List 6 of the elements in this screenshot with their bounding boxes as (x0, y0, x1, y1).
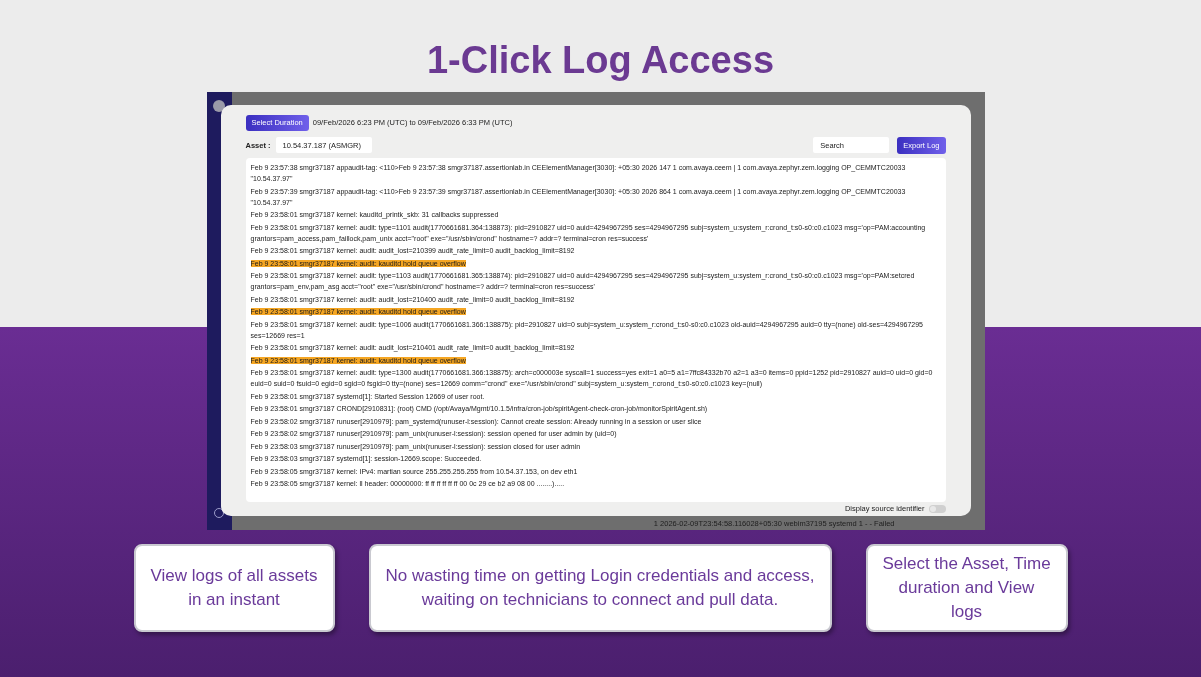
feature-text: View logs of all assets in an instant (149, 565, 319, 611)
feature-text: Select the Asset, Time duration and View logs (881, 553, 1052, 623)
toggle-switch[interactable] (928, 504, 946, 513)
avatar-icon (213, 100, 225, 112)
slide-title: 1-Click Log Access (426, 38, 775, 83)
feature-text: No wasting time on getting Login credentials and access, waiting on technicians to connect and pull data. (384, 565, 816, 611)
